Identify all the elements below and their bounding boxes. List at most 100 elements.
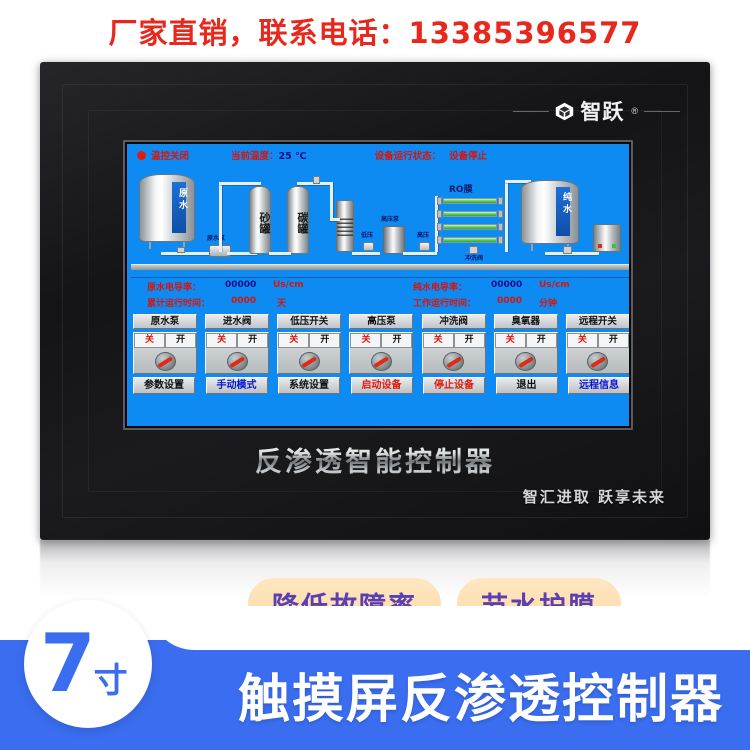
toggle-knob-icon[interactable] (515, 352, 537, 371)
toggle-switch-row: 关 开 关 开 关 开 关 开 关 开 关 开 关 开 (133, 332, 629, 374)
equipment-label-remote-switch[interactable]: 远程开关 (565, 314, 629, 329)
equipment-label-raw-pump[interactable]: 原水泵 (133, 314, 197, 329)
pipe-pure-out (545, 252, 599, 255)
toggle-on-button[interactable]: 开 (453, 333, 485, 348)
toggle-off-button[interactable]: 关 (206, 333, 238, 348)
toggle-inlet-valve[interactable]: 关 开 (205, 332, 270, 374)
remote-info-button[interactable]: 远程信息 (568, 377, 629, 394)
toggle-head: 关 开 (278, 333, 341, 348)
size-unit: 寸 (93, 661, 128, 701)
ro-cap (437, 223, 442, 231)
status-bar: 温控关闭 当前温度：25 ℃ 设备运行状态： 设备停止 (127, 144, 629, 166)
cube-logo-icon (556, 102, 574, 120)
raw-conductivity-label: 原水电导率： (147, 283, 202, 293)
equipment-label-flush-valve[interactable]: 冲洗阀 (421, 314, 486, 329)
toggle-ozone[interactable]: 关 开 (493, 332, 558, 374)
process-flow-diagram: 原水 原水泵 砂罐 碳罐 低压 高压泵 高压 RO膜 冲洗阀 纯水 (131, 166, 629, 274)
ro-cap (498, 236, 503, 244)
toggle-knob-icon[interactable] (154, 352, 176, 371)
toggle-on-button[interactable]: 开 (165, 333, 196, 348)
device-tagline: 智汇进取 跃享未来 (522, 488, 666, 506)
toggle-high-pressure-pump[interactable]: 关 开 (349, 332, 414, 374)
carbon-tank-label: 碳罐 (296, 211, 309, 234)
pure-out-valve (563, 246, 572, 254)
toggle-on-button[interactable]: 开 (525, 333, 557, 348)
equipment-label-row: 原水泵 进水阀 低压开关 高压泵 冲洗阀 臭氧器 远程开关 (133, 314, 629, 330)
size-badge: 7 寸 (24, 600, 152, 728)
pipe-sand-top (219, 182, 222, 252)
exit-button[interactable]: 退出 (495, 377, 558, 394)
toggle-off-button[interactable]: 关 (350, 333, 382, 348)
ro-cap (498, 197, 503, 205)
toggle-remote-switch[interactable]: 关 开 (565, 332, 629, 374)
high-pressure-pump (383, 226, 405, 254)
total-runtime-value: 0000 (231, 296, 257, 306)
toggle-off-button[interactable]: 关 (278, 333, 310, 348)
toggle-knob-icon[interactable] (587, 352, 609, 371)
start-device-button[interactable]: 启动设备 (350, 377, 413, 394)
temp-control-status: 温控关闭 (151, 151, 190, 162)
toggle-knob-icon[interactable] (298, 352, 320, 371)
ozone-red-led-icon (598, 244, 602, 248)
toggle-flush-valve[interactable]: 关 开 (421, 332, 486, 374)
toggle-head: 关 开 (566, 333, 629, 348)
pure-conductivity-value: 00000 (491, 280, 523, 290)
toggle-knob-icon[interactable] (370, 352, 392, 371)
run-state-label: 设备运行状态： (374, 151, 442, 162)
pipe-sand-to-carbon (269, 252, 291, 255)
pure-water-tank-label: 纯水 (561, 192, 571, 216)
ro-cap (498, 210, 503, 218)
raw-water-pump-label: 原水泵 (207, 235, 226, 242)
toggle-on-button[interactable]: 开 (309, 333, 341, 348)
ro-tube (443, 211, 497, 217)
logo-rule-right (644, 110, 680, 112)
pure-conductivity-label: 纯水电导率： (413, 283, 468, 293)
readout-row-2: 累计运行时间： 0000 天 工作运行时间： 0000 分钟 (131, 296, 629, 311)
work-runtime-label: 工作运行时间： (413, 299, 477, 309)
toggle-on-button[interactable]: 开 (237, 333, 269, 348)
product-name: 反渗透智能控制器 (40, 440, 710, 479)
ozone-generator (593, 224, 621, 252)
promo-banner: 厂家直销，联系电话：13385396577 (0, 0, 750, 62)
raw-inlet-valve (177, 247, 185, 253)
readout-row-1: 原水电导率： 00000 Us/cm 纯水电导率： 00000 Us/cm (131, 280, 629, 295)
toggle-off-button[interactable]: 关 (134, 333, 165, 348)
parameter-settings-button[interactable]: 参数设置 (133, 377, 195, 394)
toggle-on-button[interactable]: 开 (597, 333, 629, 348)
sand-tank: 砂罐 (249, 186, 271, 254)
toggle-knob-icon[interactable] (443, 352, 465, 371)
toggle-off-button[interactable]: 关 (566, 333, 598, 348)
system-settings-button[interactable]: 系统设置 (278, 377, 340, 394)
work-runtime-unit: 分钟 (539, 299, 558, 309)
work-runtime-value: 0000 (497, 296, 523, 306)
run-state: 设备运行状态： 设备停止 (375, 148, 488, 162)
current-temperature-label: 当前温度： (231, 151, 279, 162)
equipment-label-ozone[interactable]: 臭氧器 (493, 314, 558, 329)
red-dot-icon (137, 150, 146, 160)
brand-logo: 智跃 ® (513, 96, 680, 126)
stop-device-button[interactable]: 停止设备 (423, 377, 485, 394)
toggle-on-button[interactable]: 开 (381, 333, 413, 348)
toggle-head: 关 开 (134, 333, 196, 348)
run-state-value: 设备停止 (449, 151, 488, 162)
equipment-label-inlet-valve[interactable]: 进水阀 (205, 314, 270, 329)
toggle-off-button[interactable]: 关 (422, 333, 454, 348)
equipment-label-high-pressure-pump[interactable]: 高压泵 (349, 314, 414, 329)
bottom-title: 触摸屏反渗透控制器 (238, 670, 725, 730)
carbon-tank: 碳罐 (287, 186, 309, 254)
ro-cap (498, 223, 503, 231)
hmi-screen[interactable]: 温控关闭 当前温度：25 ℃ 设备运行状态： 设备停止 原水 原水泵 砂罐 碳罐… (127, 144, 629, 426)
manual-mode-button[interactable]: 手动模式 (205, 377, 268, 394)
raw-conductivity-value: 00000 (225, 280, 257, 290)
equipment-label-low-pressure-switch[interactable]: 低压开关 (277, 314, 342, 329)
total-runtime-unit: 天 (277, 299, 287, 309)
toggle-off-button[interactable]: 关 (494, 333, 526, 348)
screen-frame: 温控关闭 当前温度：25 ℃ 设备运行状态： 设备停止 原水 原水泵 砂罐 碳罐… (123, 140, 633, 430)
ro-tube (443, 224, 497, 230)
sand-tank-label: 砂罐 (258, 211, 271, 234)
toggle-knob-icon[interactable] (226, 352, 248, 371)
toggle-low-pressure-switch[interactable]: 关 开 (277, 332, 342, 374)
high-pressure-pump-label: 高压泵 (381, 216, 400, 223)
toggle-raw-pump[interactable]: 关 开 (133, 332, 197, 374)
flush-valve-label: 冲洗阀 (465, 255, 484, 262)
